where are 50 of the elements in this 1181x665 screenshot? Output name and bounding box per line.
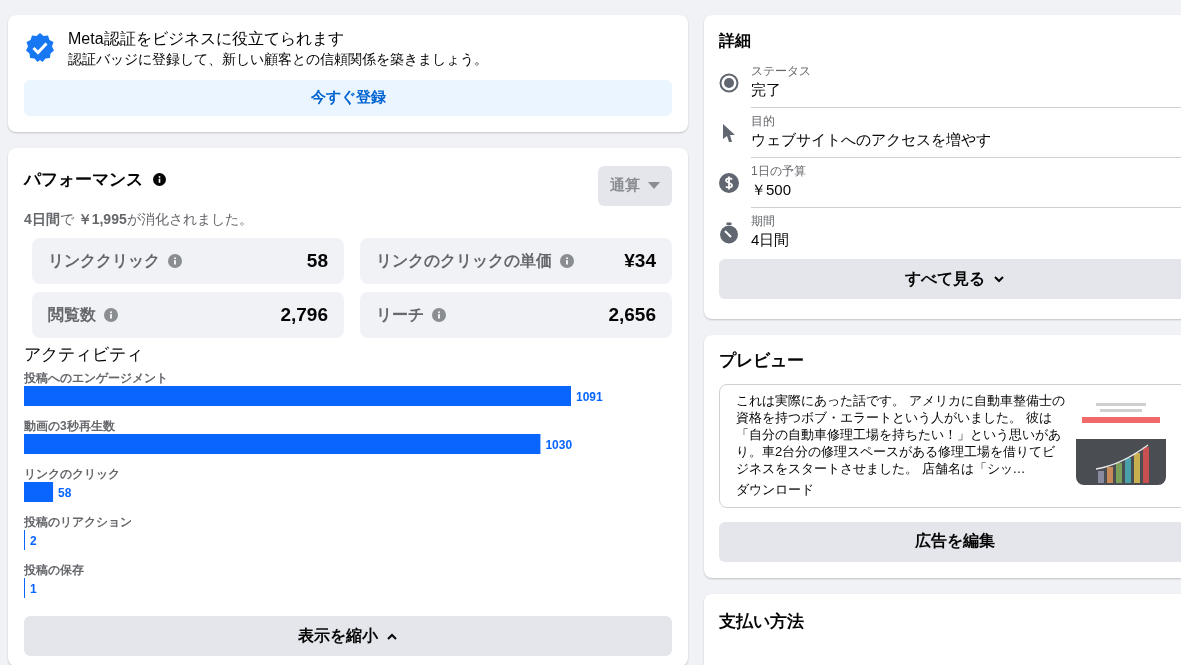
cta-label: ダウンロード <box>736 481 815 499</box>
detail-label: 目的 <box>751 114 776 130</box>
detail-value: ￥500 <box>751 179 793 200</box>
detail-label: 1日の予算 <box>751 164 807 180</box>
metric-label: リンクのクリックの単価 <box>376 250 552 271</box>
detail-value: ウェブサイトへのアクセスを増やす <box>751 129 992 150</box>
caret-icon <box>648 182 660 190</box>
stopwatch-icon <box>719 221 739 244</box>
activity-title: アクティビティ <box>24 344 144 367</box>
value-label: 1091 <box>576 390 603 405</box>
section-title: プレビュー <box>719 350 805 373</box>
collapse-button[interactable]: 表示を縮小 <box>24 616 672 657</box>
metric-value: ¥34 <box>624 248 656 273</box>
metric-value: 58 <box>306 248 328 273</box>
category-label: 動画の3秒再生数 <box>24 419 115 434</box>
metric-label: リーチ <box>376 304 424 325</box>
ad-text: これは実際にあった話です。 アメリカに自動車整備士の資格を持つボブ・エラートという人がいました。 彼は「自分の自動車修理工場を持ちたい！」という思いがあり。車2台分の修理スペースがある修理工場を借りてビジネスをスタートさせました。 店舗名は「シッ… <box>736 393 1066 478</box>
section-title: 詳細 <box>719 31 752 51</box>
verification-title: Meta認証をビジネスに役立てられます <box>68 29 345 49</box>
value-label: 2 <box>30 534 37 549</box>
edit-ad-button[interactable]: 広告を編集 <box>719 521 1181 562</box>
info-icon[interactable] <box>153 173 166 186</box>
category-label: 投稿のリアクション <box>24 515 132 530</box>
section-title: 支払い方法 <box>719 610 805 633</box>
metric-label: リンククリック <box>48 250 160 271</box>
activity-bar <box>24 482 54 503</box>
verified-badge-icon <box>24 32 56 65</box>
value-label: 1030 <box>545 438 573 453</box>
detail-value: 完了 <box>751 79 782 100</box>
detail-value: 4日間 <box>751 229 791 250</box>
spend-summary: 4日間で ￥1,995が消化されました。 <box>24 210 254 229</box>
metric-value: 2,656 <box>608 302 656 327</box>
dollar-icon <box>719 173 739 194</box>
radio-icon <box>719 73 739 94</box>
register-button[interactable]: 今すぐ登録 <box>24 80 672 116</box>
chevron-icon <box>386 632 398 641</box>
detail-label: ステータス <box>751 64 812 80</box>
category-label: リンクのクリック <box>24 467 120 482</box>
metric-value: 2,796 <box>280 302 328 327</box>
chevron-icon <box>992 275 1005 284</box>
value-label: 1 <box>30 582 37 597</box>
value-label: 58 <box>58 486 72 501</box>
category-label: 投稿へのエンゲージメント <box>24 371 168 386</box>
metric-label: 閲覧数 <box>48 304 96 325</box>
verification-subtitle: 認証バッジに登録して、新しい顧客との信頼関係を築きましょう。 <box>68 49 488 68</box>
see-all-button[interactable]: すべて見る <box>719 259 1181 300</box>
category-label: 投稿の保存 <box>24 563 84 578</box>
cursor-icon <box>722 123 736 144</box>
section-title: パフォーマンス <box>24 169 143 191</box>
detail-label: 期間 <box>751 214 776 230</box>
